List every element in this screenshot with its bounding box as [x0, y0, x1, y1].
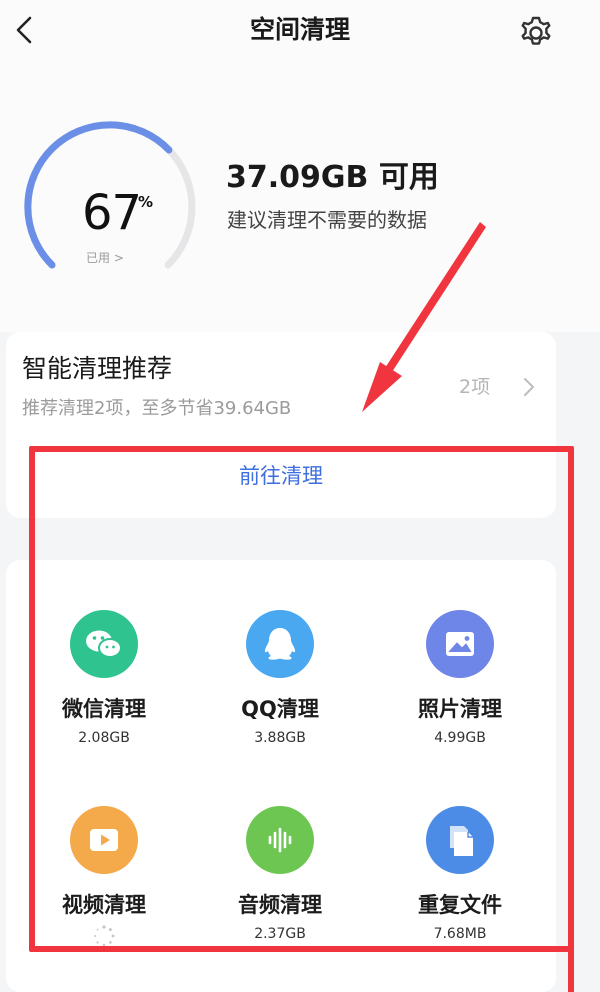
category-name: QQ清理 — [241, 697, 319, 721]
category-tile-audio[interactable]: 音频清理 2.37GB — [190, 806, 370, 976]
category-size: 4.99GB — [434, 730, 486, 746]
video-icon — [90, 829, 118, 851]
gear-icon[interactable] — [516, 12, 556, 52]
smart-clean-subtitle: 推荐清理2项，至多节省39.64GB — [22, 398, 292, 419]
category-name: 照片清理 — [418, 697, 502, 721]
category-size: 2.37GB — [254, 926, 306, 942]
category-icon-circle — [70, 806, 138, 874]
page-title: 空间清理 — [249, 15, 350, 44]
category-name: 重复文件 — [418, 893, 502, 917]
category-tile-qq[interactable]: QQ清理 3.88GB — [190, 610, 370, 780]
audio-icon — [268, 827, 292, 853]
category-tile-photo[interactable]: 照片清理 4.99GB — [370, 610, 550, 780]
category-size: 2.08GB — [78, 730, 130, 746]
used-label-link[interactable]: 已用 > — [86, 249, 124, 266]
category-icon-circle — [246, 806, 314, 874]
category-name: 视频清理 — [62, 893, 146, 917]
category-icon-circle — [426, 806, 494, 874]
photo-icon — [446, 632, 474, 656]
qq-icon — [264, 628, 296, 660]
category-size: 3.88GB — [254, 730, 306, 746]
duplicate-file-icon — [450, 826, 473, 856]
category-icon-circle — [70, 610, 138, 678]
category-icon-circle — [426, 610, 494, 678]
wechat-icon — [86, 630, 122, 658]
category-tile-video[interactable]: 视频清理 — [14, 806, 194, 976]
category-size: 7.68MB — [433, 926, 487, 942]
smart-clean-title: 智能清理推荐 — [22, 354, 173, 383]
category-icon-circle — [246, 610, 314, 678]
top-bar: 空间清理 — [0, 0, 600, 62]
smart-clean-count: 2项 — [459, 376, 491, 398]
go-clean-button[interactable]: 前往清理 — [0, 460, 562, 492]
annotation-highlight-edge — [568, 946, 574, 992]
storage-usage-gauge — [24, 121, 196, 269]
category-tile-duplicate-files[interactable]: 重复文件 7.68MB — [370, 806, 550, 976]
clean-suggestion: 建议清理不需要的数据 — [227, 208, 427, 232]
loading-spinner-icon — [94, 925, 115, 947]
category-name: 音频清理 — [238, 893, 322, 917]
percent-sign: % — [138, 193, 154, 211]
category-tile-wechat[interactable]: 微信清理 2.08GB — [14, 610, 194, 780]
chevron-right-icon[interactable] — [520, 374, 538, 400]
used-percent: 67 — [82, 185, 142, 241]
available-space: 37.09GB 可用 — [226, 160, 439, 195]
category-name: 微信清理 — [62, 697, 146, 721]
